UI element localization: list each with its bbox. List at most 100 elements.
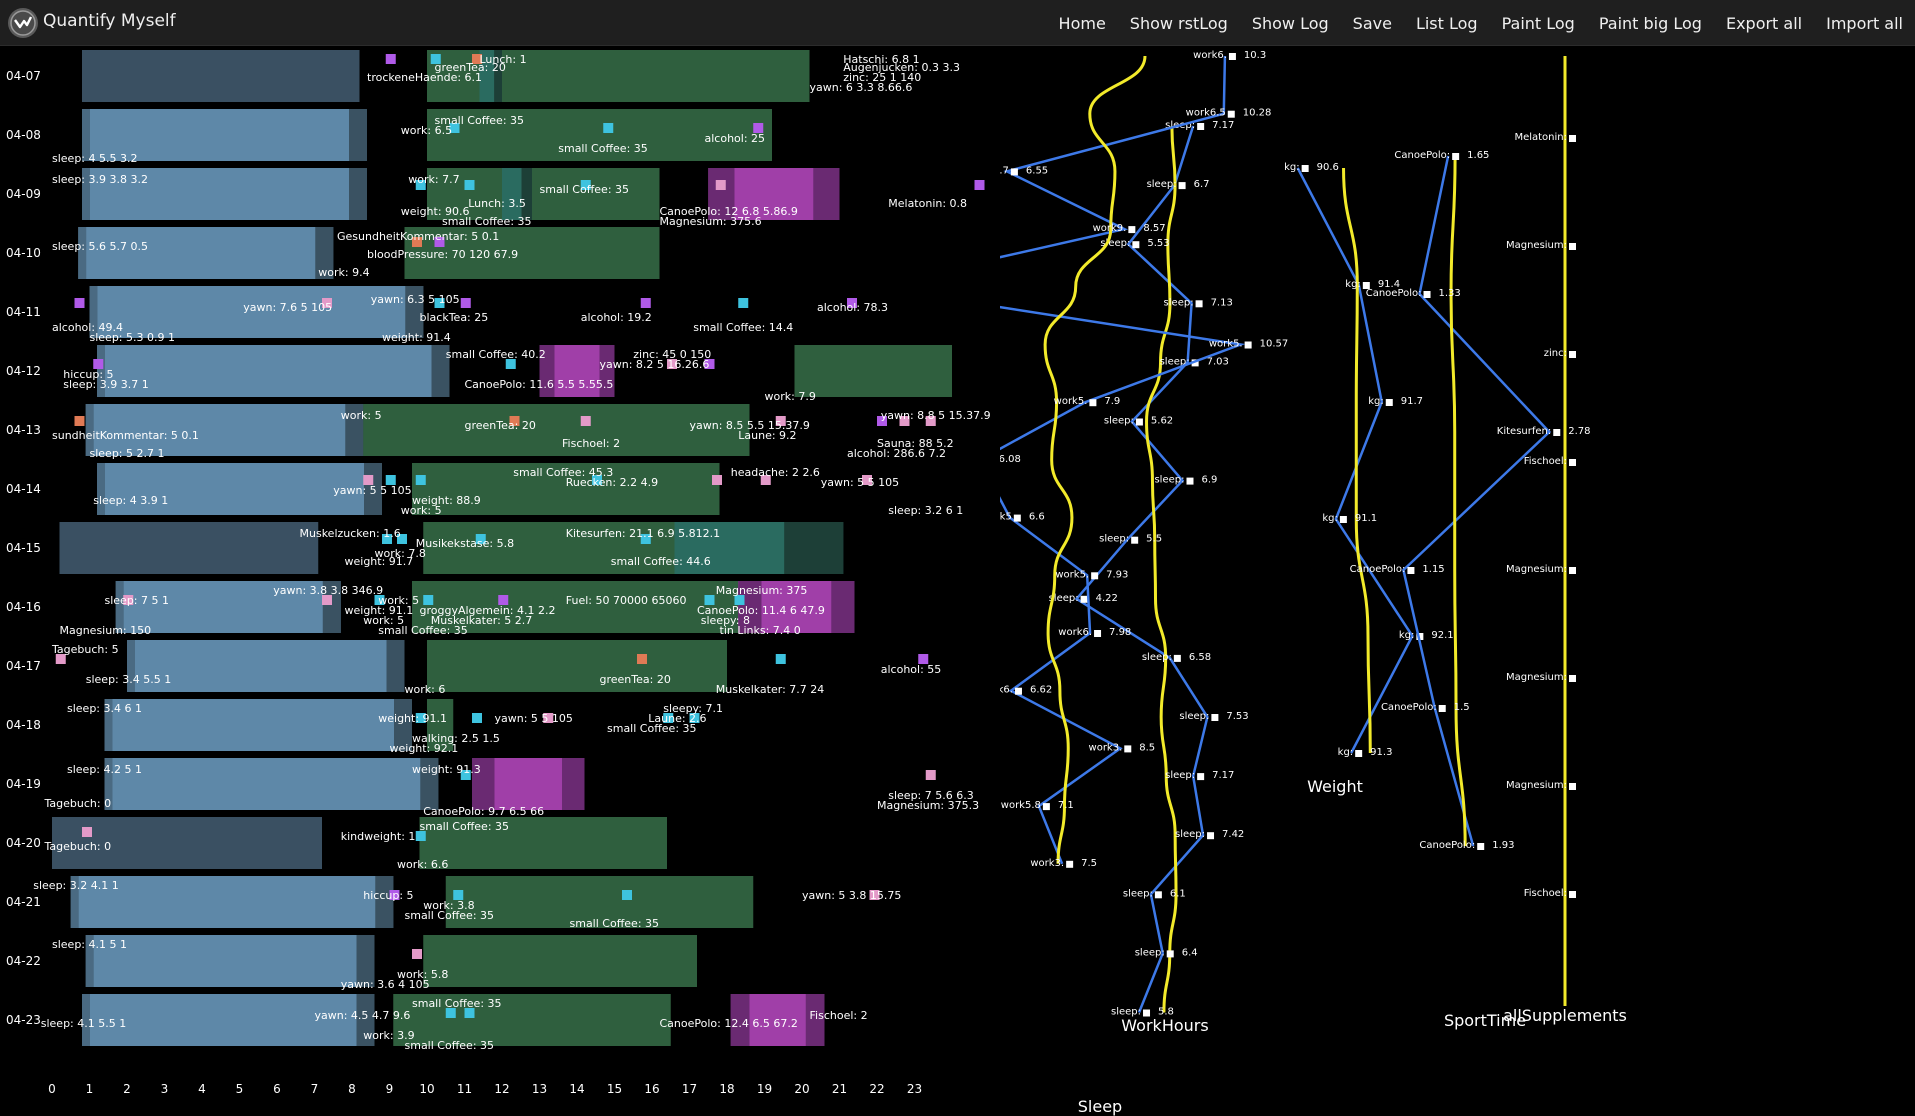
data-point (1569, 891, 1576, 898)
event-marker (472, 713, 482, 723)
event-label: weight: 92.1 (390, 742, 459, 755)
data-point (1553, 429, 1561, 436)
hour-tick-label: 7 (311, 1082, 319, 1096)
data-point (1173, 654, 1181, 662)
menu-paint-log[interactable]: Paint Log (1490, 14, 1587, 33)
kitesurf-end-segment (784, 522, 844, 574)
day-label: 04-17 (6, 659, 41, 673)
menu-save[interactable]: Save (1341, 14, 1404, 33)
event-marker (775, 654, 786, 664)
point-label: work7.7 (1000, 165, 1009, 176)
value-label: 4.22 (1096, 593, 1118, 604)
point-label: zinc: (1544, 348, 1567, 359)
event-label: small Coffee: 35 (412, 997, 502, 1010)
event-label: sleep: 4.1 5.5 1 (41, 1017, 127, 1030)
app-toolbar: Quantify Myself Home Show rstLog Show Lo… (0, 0, 1915, 46)
hour-tick-label: 8 (348, 1082, 356, 1096)
point-label: CanoePolo: (1350, 564, 1406, 575)
point-label: sleep: (1147, 179, 1177, 190)
event-label: Magnesium: 375.6 (660, 215, 762, 228)
event-label: Kitesurfen: 21.1 6.9 5.812.1 (566, 527, 720, 540)
point-label: kg: (1322, 513, 1338, 524)
event-label: small Coffee: 35 (420, 820, 510, 833)
data-point (1452, 153, 1460, 160)
data-point (1014, 687, 1022, 695)
event-marker (82, 827, 92, 837)
point-label: sleep: (1165, 770, 1195, 781)
value-label: 6.9 (1201, 475, 1217, 486)
sleep-bar (104, 699, 412, 751)
hour-tick-label: 21 (832, 1082, 847, 1096)
day-label: 04-22 (6, 954, 41, 968)
data-point (1066, 860, 1074, 868)
event-marker (74, 298, 85, 308)
event-label: Muskelzucken: 1.6 (300, 527, 401, 540)
event-marker (385, 54, 396, 64)
chart-workhours: work6. 10.3 work6.5 10.28 work7.7 6.55 work9. 8… (1000, 50, 1288, 1035)
point-label: sleep: (1142, 652, 1172, 663)
data-point (1128, 226, 1136, 234)
menu-show-rstlog[interactable]: Show rstLog (1118, 14, 1240, 33)
sleep-bar (82, 50, 360, 102)
hour-tick-label: 19 (757, 1082, 772, 1096)
point-label: work5. (1055, 569, 1089, 580)
point-label: Kitesurfen: (1497, 426, 1551, 437)
value-label: 91.7 (1401, 396, 1423, 407)
menu-list-log[interactable]: List Log (1404, 14, 1490, 33)
data-point (1010, 168, 1018, 176)
point-label: sleep: (1104, 416, 1134, 427)
data-point (1131, 536, 1139, 544)
event-label: alcohol: 25 (705, 132, 766, 145)
menu-export-all[interactable]: Export all (1714, 14, 1814, 33)
menu-show-log[interactable]: Show Log (1240, 14, 1341, 33)
value-label: 6.58 (1189, 652, 1211, 663)
point-label: sleep: (1099, 534, 1129, 545)
event-label: small Coffee: 35 (442, 215, 532, 228)
value-label: 7.03 (1207, 356, 1229, 367)
event-label: alcohol: 286.6 7.2 (847, 447, 946, 460)
hour-tick-label: 5 (236, 1082, 244, 1096)
value-label: 7.17 (1212, 770, 1234, 781)
day-label: 04-09 (6, 187, 41, 201)
value-label: 5.62 (1151, 416, 1173, 427)
event-label: blackTea: 25 (420, 311, 489, 324)
point-label: work6. (1193, 50, 1227, 61)
event-label: sleep: 4.2 5 1 (67, 763, 142, 776)
hour-tick-label: 16 (644, 1082, 659, 1096)
data-point (1569, 675, 1576, 682)
event-label: sleep: 3.2 4.1 1 (33, 879, 119, 892)
menu-paint-big-log[interactable]: Paint big Log (1587, 14, 1714, 33)
data-point (1569, 243, 1576, 250)
value-label: 1.65 (1467, 150, 1489, 161)
event-label: yawn: 5 5 105 (821, 476, 899, 489)
event-label: Tagebuch: 5 (51, 643, 119, 656)
event-label: yawn: 8.8 5 15.37.9 (881, 409, 991, 422)
event-label: sleep: 7 5 1 (105, 594, 170, 607)
event-label: work: 7.7 (408, 173, 459, 186)
event-marker (412, 949, 422, 959)
point-label: kg: (1284, 162, 1300, 173)
canoepolo-end-segment (831, 581, 855, 633)
hour-tick-label: 4 (198, 1082, 206, 1096)
hour-tick-label: 2 (123, 1082, 131, 1096)
day-label: 04-14 (6, 482, 41, 496)
value-label: 8.5 (1139, 742, 1155, 753)
point-label: work3. (1089, 742, 1123, 753)
event-marker (637, 654, 647, 664)
event-label: work: 7.9 (765, 390, 816, 403)
event-label: Tagebuch: 0 (44, 840, 112, 853)
value-label: 7.1 (1058, 800, 1074, 811)
value-label: 7.42 (1222, 829, 1244, 840)
sleep-bar (85, 935, 375, 987)
data-point (1124, 745, 1132, 753)
point-label: Magnesium: (1506, 564, 1567, 575)
data-point (1569, 783, 1576, 790)
event-label: weight: 91.7 (345, 555, 414, 568)
menu-import-all[interactable]: Import all (1814, 14, 1915, 33)
value-label: 6.7 (1194, 179, 1210, 190)
event-label: weight: 91.4 (382, 331, 451, 344)
value-label: 6.6 (1029, 512, 1045, 523)
menu-home[interactable]: Home (1047, 14, 1118, 33)
trend-charts: sleep: 7.17 sleep: 6.7 sleep: 5.53 sleep: 7.13 s… (1000, 50, 1627, 1116)
day-label: 04-23 (6, 1013, 41, 1027)
